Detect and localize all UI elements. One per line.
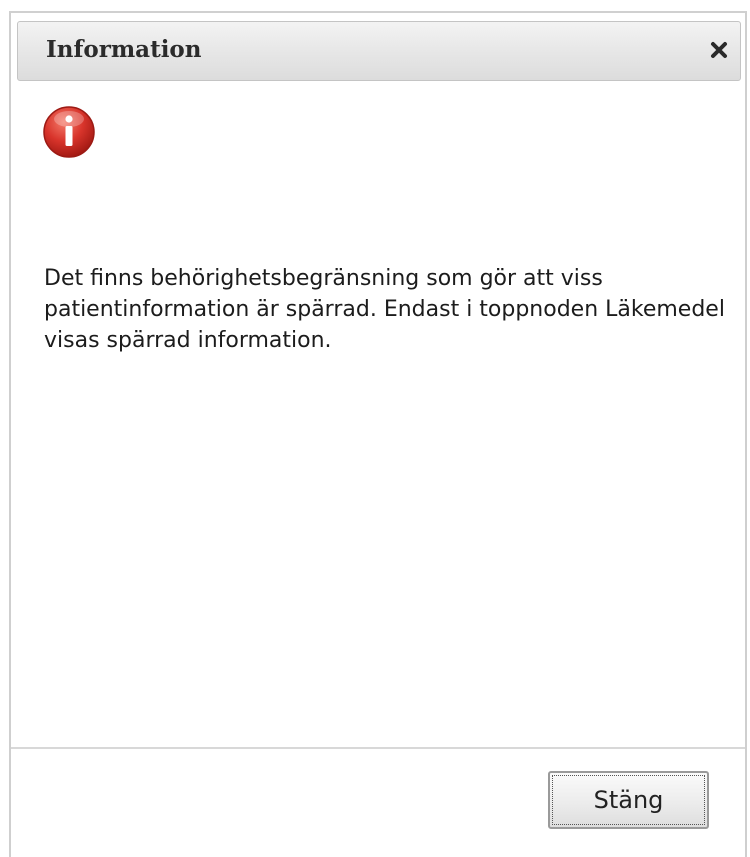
info-icon	[42, 105, 96, 159]
close-button[interactable]: Stäng	[548, 771, 709, 829]
information-dialog: Information Det finns behörighetsbegräns…	[9, 11, 747, 857]
close-button-label: Stäng	[593, 786, 664, 814]
dialog-title: Information	[46, 36, 202, 63]
dialog-title-bar[interactable]: Information	[17, 21, 741, 81]
close-icon[interactable]	[708, 39, 730, 61]
dialog-message: Det finns behörighetsbegränsning som gör…	[44, 266, 725, 353]
footer-divider	[11, 747, 745, 749]
